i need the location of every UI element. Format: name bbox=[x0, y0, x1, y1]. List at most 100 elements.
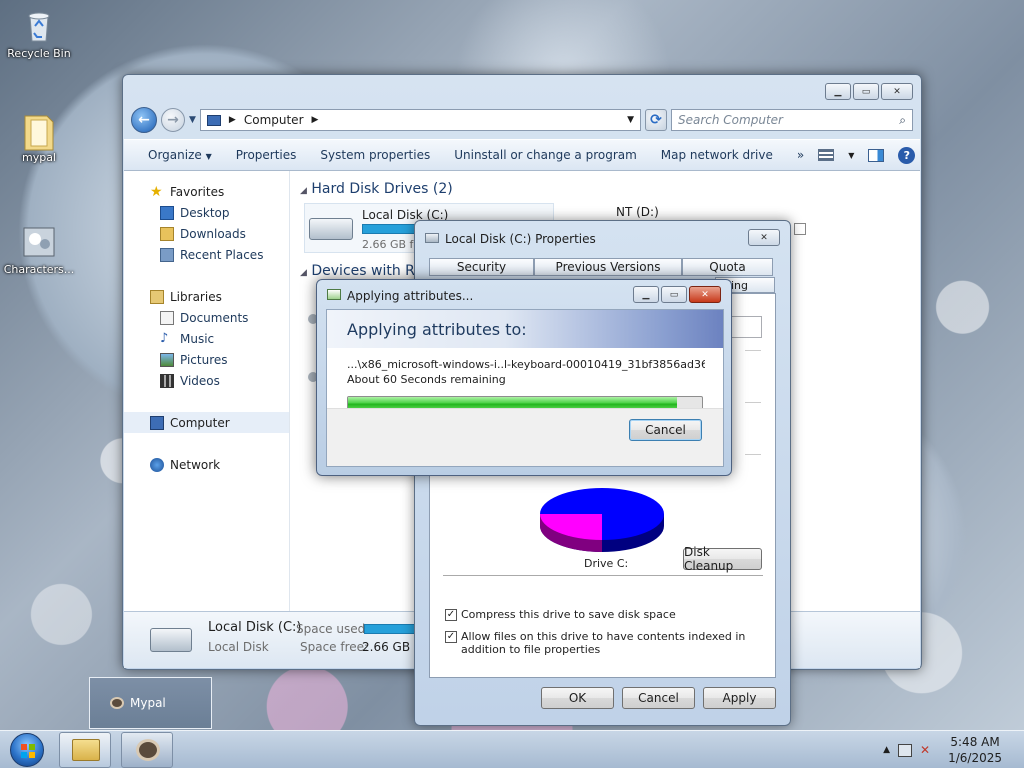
forward-arrow-icon: → bbox=[167, 112, 179, 128]
start-button[interactable] bbox=[4, 731, 50, 768]
index-option[interactable]: ✓ Allow files on this drive to have cont… bbox=[445, 630, 760, 656]
close-icon: ✕ bbox=[760, 232, 768, 243]
computer-icon bbox=[206, 114, 221, 126]
organize-menu[interactable]: Organize ▼ bbox=[138, 148, 226, 162]
desktop-icon-characters[interactable]: Characters... bbox=[2, 224, 76, 276]
compress-checkbox[interactable]: ✓ bbox=[445, 609, 457, 621]
label-input[interactable] bbox=[730, 316, 762, 338]
desktop-icon-recycle-bin[interactable]: Recycle Bin bbox=[2, 8, 76, 60]
system-tray: ▲ ✕ 5:48 AM 1/6/2025 bbox=[883, 731, 1024, 768]
uninstall-program-button[interactable]: Uninstall or change a program bbox=[444, 148, 651, 162]
current-file-path: ...\x86_microsoft-windows-i..l-keyboard-… bbox=[347, 358, 705, 371]
details-type: Local Disk bbox=[208, 640, 269, 654]
minimize-icon: ▁ bbox=[834, 86, 842, 97]
preview-pane-icon[interactable] bbox=[868, 148, 885, 162]
search-icon: ⌕ bbox=[899, 112, 906, 127]
devices-group-header[interactable]: ◢ Devices with Re bbox=[300, 263, 423, 279]
volume-muted-icon[interactable]: ✕ bbox=[920, 743, 930, 757]
taskbar-thumbnail-mypal[interactable]: Mypal bbox=[89, 677, 212, 729]
back-button[interactable]: ← bbox=[131, 107, 157, 133]
ok-button[interactable]: OK bbox=[541, 687, 614, 709]
divider bbox=[745, 402, 761, 403]
minimize-button[interactable]: ▁ bbox=[633, 286, 659, 303]
divider bbox=[745, 350, 761, 351]
taskbar-mypal-button[interactable] bbox=[121, 732, 173, 768]
apply-cancel-button[interactable]: Cancel bbox=[629, 419, 702, 441]
desktop-folder-icon bbox=[160, 205, 174, 220]
address-bar[interactable]: ▶ Computer ▶ ▼ bbox=[199, 109, 641, 131]
taskbar-explorer-button[interactable] bbox=[59, 732, 111, 768]
nav-favorites[interactable]: ★ Favorites bbox=[124, 181, 289, 202]
forward-button[interactable]: → bbox=[161, 108, 185, 132]
properties-button[interactable]: Properties bbox=[226, 148, 311, 162]
nav-music[interactable]: ♪ Music bbox=[124, 328, 289, 349]
help-icon[interactable]: ? bbox=[898, 146, 916, 164]
nav-libraries[interactable]: Libraries bbox=[124, 286, 289, 307]
index-label: Allow files on this drive to have conten… bbox=[461, 630, 746, 656]
clock[interactable]: 5:48 AM 1/6/2025 bbox=[948, 734, 1002, 766]
minimize-button[interactable]: ▁ bbox=[825, 83, 851, 100]
compress-label: Compress this drive to save disk space bbox=[461, 608, 676, 621]
details-space-used-label: Space used: bbox=[296, 622, 370, 636]
cancel-button[interactable]: Cancel bbox=[622, 687, 695, 709]
tab-previous-versions[interactable]: Previous Versions bbox=[534, 258, 682, 276]
recent-pages-dropdown-icon[interactable]: ▼ bbox=[189, 115, 196, 125]
compress-option[interactable]: ✓ Compress this drive to save disk space bbox=[445, 608, 676, 621]
index-checkbox[interactable]: ✓ bbox=[445, 631, 457, 643]
apply-heading: Applying attributes to: bbox=[327, 310, 723, 348]
nav-label: Downloads bbox=[180, 226, 246, 241]
nav-recent-places[interactable]: Recent Places bbox=[124, 244, 289, 265]
recycle-bin-icon bbox=[21, 8, 57, 44]
nav-videos[interactable]: Videos bbox=[124, 370, 289, 391]
apply-button[interactable]: Apply bbox=[703, 687, 776, 709]
properties-close-button[interactable]: ✕ bbox=[748, 229, 780, 246]
maximize-button[interactable]: ▭ bbox=[661, 286, 687, 303]
maximize-button[interactable]: ▭ bbox=[853, 83, 879, 100]
disk-cleanup-button[interactable]: Disk Cleanup bbox=[683, 545, 762, 573]
disk-usage-pie bbox=[540, 488, 664, 552]
tab-quota[interactable]: Quota bbox=[682, 258, 773, 276]
nav-downloads[interactable]: Downloads bbox=[124, 223, 289, 244]
raccoon-icon bbox=[136, 739, 160, 761]
command-bar: Organize ▼ Properties System properties … bbox=[124, 139, 920, 171]
folder-icon bbox=[72, 739, 100, 761]
close-button[interactable]: ✕ bbox=[881, 83, 913, 100]
change-view-icon[interactable] bbox=[818, 149, 835, 161]
nav-pictures[interactable]: Pictures bbox=[124, 349, 289, 370]
nav-desktop[interactable]: Desktop bbox=[124, 202, 289, 223]
close-button[interactable]: ✕ bbox=[689, 286, 721, 303]
refresh-button[interactable]: ⟳ bbox=[645, 109, 667, 131]
navigation-pane: ★ Favorites Desktop Downloads Recent Plac… bbox=[124, 171, 290, 611]
hdd-group-header[interactable]: ◢ Hard Disk Drives (2) bbox=[300, 181, 453, 197]
nav-documents[interactable]: Documents bbox=[124, 307, 289, 328]
view-dropdown-icon[interactable]: ▼ bbox=[848, 151, 854, 160]
address-chevron-icon: ▶ bbox=[228, 115, 236, 125]
divider bbox=[443, 575, 763, 576]
nav-network[interactable]: Network bbox=[124, 454, 289, 475]
search-input[interactable]: Search Computer ⌕ bbox=[671, 109, 913, 131]
documents-icon bbox=[160, 310, 174, 325]
windows-logo-icon bbox=[10, 733, 44, 767]
network-tray-icon[interactable] bbox=[898, 743, 913, 757]
system-properties-button[interactable]: System properties bbox=[310, 148, 444, 162]
nav-label: Libraries bbox=[170, 289, 222, 304]
details-name: Local Disk (C:) bbox=[208, 620, 302, 635]
address-chevron-icon[interactable]: ▶ bbox=[312, 115, 319, 125]
music-icon: ♪ bbox=[160, 330, 169, 346]
desktop-icon-mypal[interactable]: mypal bbox=[2, 112, 76, 164]
map-network-drive-button[interactable]: Map network drive bbox=[651, 148, 787, 162]
drive-icon bbox=[425, 233, 439, 243]
tab-security[interactable]: Security bbox=[429, 258, 534, 276]
show-hidden-icons-icon[interactable]: ▲ bbox=[883, 745, 890, 755]
more-commands-button[interactable]: » bbox=[787, 148, 818, 162]
nav-computer[interactable]: Computer bbox=[124, 412, 289, 433]
thumbnail-label: Mypal bbox=[130, 696, 166, 710]
network-icon bbox=[150, 457, 164, 472]
apply-dialog-title: Applying attributes... bbox=[347, 289, 474, 303]
clock-date: 1/6/2025 bbox=[948, 751, 1002, 765]
divider bbox=[745, 454, 761, 455]
recent-places-icon bbox=[160, 247, 174, 262]
address-dropdown-icon[interactable]: ▼ bbox=[627, 115, 634, 125]
address-crumb-computer[interactable]: Computer bbox=[244, 113, 304, 127]
attributes-icon bbox=[327, 289, 341, 300]
